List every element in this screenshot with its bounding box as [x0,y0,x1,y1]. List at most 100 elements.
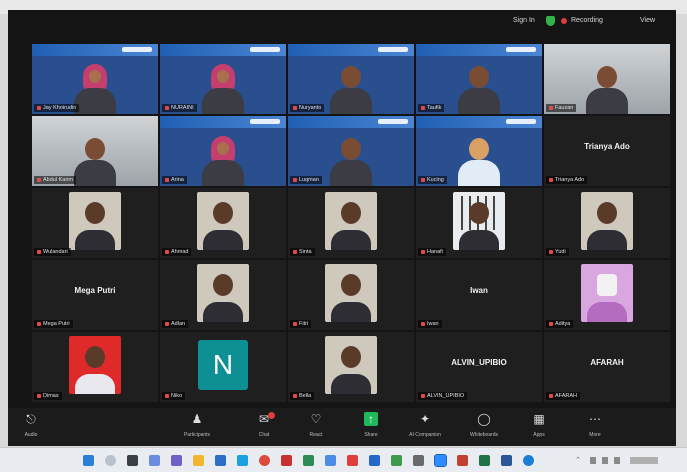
react-button[interactable]: ♡ React [295,412,337,438]
battery-icon[interactable] [614,457,620,464]
whiteboards-button[interactable]: ◯ Whiteboards [463,412,505,438]
participant-photo [69,336,121,394]
participant-video [202,134,244,186]
chat-button[interactable]: ✉ Chat [243,412,285,438]
participant-video [586,62,628,114]
participant-name: Nuryanto [299,105,322,111]
search-icon[interactable] [105,455,116,466]
audio-button[interactable]: ⎋ Audio [10,412,52,438]
participant-name: Aditya [555,321,571,327]
participant-tile[interactable]: Kucing [416,116,542,186]
heart-icon: ♡ [310,412,322,426]
participant-tile[interactable]: Luqman [288,116,414,186]
participant-tile[interactable]: NURAINI [160,44,286,114]
more-button[interactable]: ⋯ More [574,412,616,438]
start-icon[interactable] [83,455,94,466]
zoom-app-icon[interactable] [434,454,447,467]
app-icon[interactable] [413,455,424,466]
sparkle-icon: ✦ [419,412,431,426]
participant-name-display: Trianya Ado [584,142,630,151]
virtual-background-banner [416,44,542,56]
participant-name-label: Mega Putri [34,320,73,328]
chrome-icon[interactable] [259,455,270,466]
volume-icon[interactable] [602,457,608,464]
participant-name: Abdul Karim [43,177,73,183]
participant-name: Arina [171,177,184,183]
chat-label: Chat [258,432,270,438]
participant-name-label: Trianya Ado [546,176,588,184]
participant-tile[interactable]: Mega Putri Mega Putri [32,260,158,330]
participant-name-label: Fitri [290,320,312,328]
ai-companion-button[interactable]: ✦ AI Companion [404,412,446,438]
participant-name: Dimas [43,393,59,399]
folder-icon[interactable] [193,455,204,466]
app-icon[interactable] [523,455,534,466]
apps-button[interactable]: ▦ Apps [518,412,560,438]
participant-tile[interactable]: Adlan [160,260,286,330]
participant-tile[interactable]: Trianya Ado Trianya Ado [544,116,670,186]
clock[interactable] [630,457,658,464]
share-button[interactable]: ↑ Share [350,412,392,438]
participant-tile[interactable]: Wulandari [32,188,158,258]
participant-tile[interactable]: Arina [160,116,286,186]
participant-tile[interactable]: Iwan Iwan [416,260,542,330]
widgets-icon[interactable] [149,455,160,466]
app-icon[interactable] [369,455,380,466]
participant-photo [581,264,633,322]
participant-tile[interactable]: Bella [288,332,414,402]
recording-indicator[interactable]: Recording [571,17,603,24]
participant-name-label: Sinta [290,248,315,256]
participant-name: Bella [299,393,312,399]
participant-tile[interactable]: ALVIN_UPIBIO ALVIN_UPIBIO [416,332,542,402]
participant-name-label: ALVIN_UPIBIO [418,392,468,400]
excel-icon[interactable] [479,455,490,466]
more-icon: ⋯ [589,412,601,426]
participant-name: Iwan [427,321,439,327]
participant-tile[interactable]: Hanafi [416,188,542,258]
participant-tile[interactable]: Fauzan [544,44,670,114]
participant-tile[interactable]: Abdul Karim [32,116,158,186]
participant-name-display: AFARAH [590,358,624,367]
whiteboard-icon: ◯ [477,412,491,426]
sign-in-link[interactable]: Sign In [513,17,535,24]
word-icon[interactable] [501,455,512,466]
view-button[interactable]: View [640,17,655,24]
participant-name-display: ALVIN_UPIBIO [451,358,507,367]
ai-companion-label: AI Companion [409,432,441,438]
participant-name-label: Yudi [546,248,569,256]
participant-tile[interactable]: Taufik [416,44,542,114]
meeting-controls: ⎋ Audio ♟ Participants ✉ Chat ♡ React ↑ … [8,408,676,446]
app-icon[interactable] [391,455,402,466]
participant-tile[interactable]: Aditya [544,260,670,330]
app-icon[interactable] [303,455,314,466]
tray-chevron-icon[interactable]: ⌃ [575,457,581,464]
virtual-background-banner [160,116,286,128]
participant-tile[interactable]: Sinta [288,188,414,258]
participant-tile[interactable]: AFARAH AFARAH [544,332,670,402]
shield-icon[interactable] [546,16,555,26]
app-icon[interactable] [325,455,336,466]
app-icon[interactable] [347,455,358,466]
participants-button[interactable]: ♟ Participants [176,412,218,438]
participant-name: Niko [171,393,183,399]
teams-icon[interactable] [171,455,182,466]
store-icon[interactable] [215,455,226,466]
participant-tile[interactable]: Nuryanto [288,44,414,114]
participant-tile[interactable]: Dimas [32,332,158,402]
participant-tile[interactable]: Fitri [288,260,414,330]
wifi-icon[interactable] [590,457,596,464]
task-view-icon[interactable] [127,455,138,466]
participant-tile[interactable]: Yudi [544,188,670,258]
share-label: Share [364,432,378,438]
participant-tile[interactable]: N Niko [160,332,286,402]
virtual-background-banner [160,44,286,56]
app-icon[interactable] [457,455,468,466]
participant-tile[interactable]: Ahmad [160,188,286,258]
edge-icon[interactable] [237,455,248,466]
participant-tile[interactable]: Jay Khoirudin [32,44,158,114]
app-icon[interactable] [281,455,292,466]
participant-name-label: Iwan [418,320,442,328]
participant-video [74,62,116,114]
os-taskbar: ⌃ [0,447,687,472]
react-label: React [309,432,323,438]
